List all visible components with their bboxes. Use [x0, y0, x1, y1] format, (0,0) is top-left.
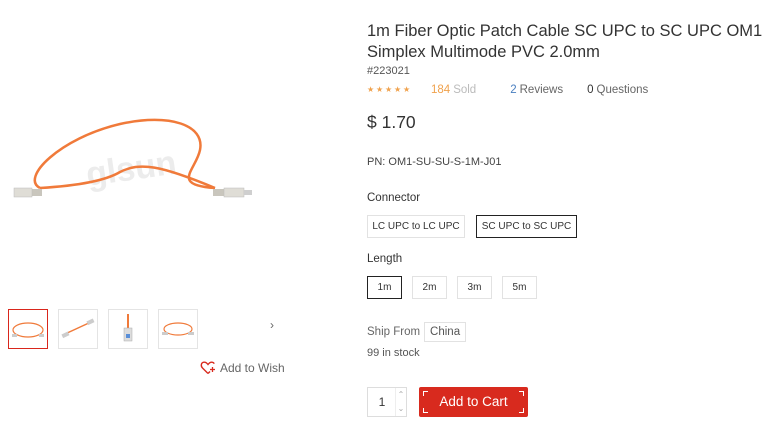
- quantity-input[interactable]: 1: [368, 388, 396, 416]
- chevron-right-icon[interactable]: ›: [266, 317, 278, 333]
- connector-options: LC UPC to LC UPC SC UPC to SC UPC: [367, 215, 577, 238]
- corner-decoration: [423, 391, 428, 396]
- thumbnail-1[interactable]: [8, 309, 48, 349]
- rating-stars: ★ ★ ★ ★ ★: [367, 86, 411, 94]
- star-icon: ★: [394, 85, 402, 94]
- thumbnail-2[interactable]: [58, 309, 98, 349]
- corner-decoration: [519, 391, 524, 396]
- corner-decoration: [519, 408, 524, 413]
- ship-from: Ship From China: [367, 322, 467, 342]
- ship-from-origin[interactable]: China: [424, 322, 467, 342]
- ship-from-label: Ship From: [367, 326, 421, 338]
- product-info: 1m Fiber Optic Patch Cable SC UPC to SC …: [367, 0, 779, 433]
- product-gallery: glsun › Add to Wish: [0, 0, 300, 433]
- star-icon: ★: [376, 85, 384, 94]
- connector-label: Connector: [367, 192, 421, 204]
- thumbnail-4[interactable]: [158, 309, 198, 349]
- corner-decoration: [423, 408, 428, 413]
- sold-count: 184: [431, 84, 451, 96]
- questions-count[interactable]: 0: [587, 84, 593, 96]
- add-to-wish-button[interactable]: Add to Wish: [200, 360, 285, 375]
- main-product-image[interactable]: glsun: [0, 0, 300, 300]
- heart-plus-icon: [200, 361, 215, 374]
- thumbnail-3[interactable]: [108, 309, 148, 349]
- chevron-up-icon[interactable]: ⌃: [395, 388, 406, 402]
- length-option-5m[interactable]: 5m: [502, 276, 537, 299]
- thumbnail-strip: [8, 309, 198, 349]
- part-number: PN: OM1-SU-SU-S-1M-J01: [367, 156, 502, 168]
- length-option-2m[interactable]: 2m: [412, 276, 447, 299]
- star-icon: ★: [367, 85, 375, 94]
- sold-label: Sold: [453, 84, 477, 96]
- chevron-down-icon[interactable]: ⌄: [395, 402, 406, 416]
- reviews-link[interactable]: Reviews: [520, 84, 563, 96]
- length-options: 1m 2m 3m 5m: [367, 276, 537, 299]
- connector-option-lc[interactable]: LC UPC to LC UPC: [367, 215, 465, 238]
- questions-link[interactable]: Questions: [597, 84, 649, 96]
- length-option-1m[interactable]: 1m: [367, 276, 402, 299]
- connector-option-sc[interactable]: SC UPC to SC UPC: [476, 215, 577, 238]
- quantity-stepper: 1 ⌃ ⌄: [367, 387, 407, 417]
- product-price: $ 1.70: [367, 112, 416, 132]
- reviews-count[interactable]: 2: [510, 84, 516, 96]
- product-meta: ★ ★ ★ ★ ★ 184 Sold 2 Reviews 0 Questions: [367, 83, 648, 97]
- length-option-3m[interactable]: 3m: [457, 276, 492, 299]
- length-label: Length: [367, 253, 403, 265]
- star-icon: ★: [403, 85, 411, 94]
- add-to-cart-button[interactable]: Add to Cart: [419, 387, 528, 417]
- star-icon: ★: [385, 85, 393, 94]
- add-to-cart-label: Add to Cart: [439, 394, 508, 409]
- add-to-wish-label: Add to Wish: [220, 360, 285, 375]
- stock-status: 99 in stock: [367, 347, 420, 359]
- product-sku: #223021: [367, 65, 410, 77]
- product-title: 1m Fiber Optic Patch Cable SC UPC to SC …: [367, 22, 763, 61]
